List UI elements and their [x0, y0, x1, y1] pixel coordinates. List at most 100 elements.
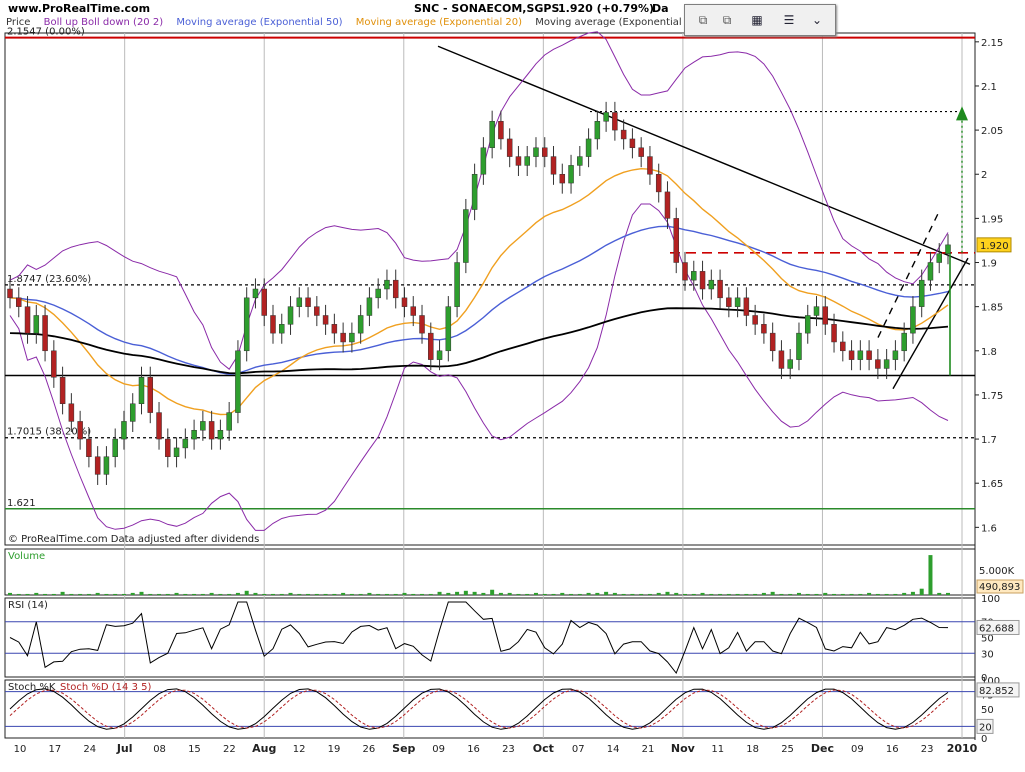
volume-bar — [139, 591, 144, 595]
candle-body — [743, 297, 750, 316]
candle-body — [489, 121, 495, 149]
candle-body — [340, 332, 346, 343]
volume-bar — [253, 592, 258, 595]
volume-bar — [507, 592, 512, 595]
x-tick-label: 23 — [921, 744, 934, 755]
volume-bar — [832, 593, 837, 595]
price-panel — [4, 32, 976, 546]
chevron-down-icon[interactable]: ⌄ — [807, 11, 827, 29]
candle-body — [629, 138, 636, 149]
candle-body — [848, 350, 855, 360]
downtrend-line — [437, 45, 971, 265]
volume-bar — [341, 592, 346, 595]
chart-canvas[interactable]: 10 17 24 Jul 08 15 22 Aug 12 19 26 Sep 09 16 23 Oct 07 14… — [0, 0, 1025, 772]
volume-bar — [928, 555, 933, 595]
volume-bar — [516, 593, 521, 595]
candle-body — [761, 324, 767, 334]
volume-bar — [577, 593, 582, 595]
candle-body — [33, 315, 40, 334]
volume-bar — [314, 593, 319, 595]
volume-bar — [902, 592, 907, 595]
x-tick-label: 14 — [607, 744, 620, 755]
candle-body — [322, 315, 329, 325]
candle-body — [708, 279, 715, 290]
candle-body — [366, 297, 373, 316]
volume-bar — [376, 593, 381, 595]
delete-icon[interactable]: ▦ — [747, 11, 767, 29]
candle-body — [691, 271, 697, 281]
menu-icon[interactable]: ☰ — [779, 11, 799, 29]
candle-body — [638, 147, 644, 157]
candle-body — [927, 262, 934, 281]
candle-body — [392, 279, 399, 299]
volume-bar — [332, 593, 337, 595]
volume-bar — [262, 593, 267, 595]
x-tick-label: 12 — [293, 744, 306, 755]
volume-bar — [726, 593, 731, 595]
volume-bar — [463, 590, 468, 595]
candle-body — [428, 332, 434, 360]
volume-bar — [428, 593, 433, 595]
candle-body — [568, 165, 574, 184]
candle-body — [480, 147, 487, 175]
volume-bar — [218, 593, 223, 595]
volume-bar — [323, 593, 328, 595]
volume-bar — [148, 593, 153, 595]
volume-bar — [744, 593, 749, 595]
candle-body — [331, 324, 338, 334]
candle-body — [778, 350, 785, 369]
chart-window: 10 17 24 Jul 08 15 22 Aug 12 19 26 Sep 09 16 23 Oct 07 14… — [0, 0, 1025, 772]
volume-bar — [595, 592, 600, 595]
candle-body — [936, 253, 942, 263]
volume-bar — [735, 593, 740, 595]
volume-bar — [472, 591, 477, 595]
stoch-tick-label: 0 — [981, 734, 987, 745]
candle-body — [471, 173, 478, 210]
volume-bar — [858, 593, 863, 595]
volume-bar — [910, 591, 915, 595]
page-title: SNC - SONAECOM,SGPS — [414, 2, 560, 15]
volume-bar — [867, 592, 872, 595]
candle-body — [16, 297, 22, 307]
candle-body — [410, 306, 417, 316]
volume-panel — [4, 548, 976, 596]
copy-icon[interactable]: ⧉ — [693, 11, 713, 29]
volume-bar — [95, 592, 100, 595]
volume-bar — [113, 593, 118, 595]
candle-body — [620, 129, 627, 140]
volume-bar — [51, 593, 56, 595]
candle-body — [138, 377, 145, 405]
x-tick-label: 21 — [642, 744, 655, 755]
rsi-tick-label: 100 — [981, 594, 1000, 605]
stoch-current-label: 82.852 — [979, 686, 1014, 697]
candle-body — [673, 218, 679, 263]
candle-body — [112, 438, 118, 457]
volume-bar — [665, 591, 670, 595]
target-arrow-head — [956, 106, 968, 121]
candle-body — [831, 324, 837, 343]
candle-body — [463, 209, 469, 263]
x-tick-label: 22 — [223, 744, 236, 755]
candle-body — [68, 403, 75, 422]
candle-body — [612, 112, 618, 131]
volume-bar — [244, 590, 249, 595]
x-tick-label: 16 — [886, 744, 899, 755]
candle-body — [156, 412, 162, 440]
volume-bar — [174, 592, 179, 595]
volume-bar — [656, 592, 661, 595]
candle-body — [515, 156, 522, 166]
candle-body — [226, 412, 232, 431]
rsi-tick-label: 30 — [981, 649, 994, 660]
copy-icon[interactable]: ⧉ — [717, 11, 737, 29]
x-tick-label: 18 — [746, 744, 759, 755]
x-tick-label: Oct — [533, 742, 554, 755]
volume-bar — [121, 593, 126, 595]
volume-bar — [525, 593, 530, 595]
volume-bar — [604, 591, 609, 595]
volume-bar — [560, 592, 565, 595]
candle-body — [726, 297, 732, 307]
candle-body — [261, 288, 267, 316]
fib-level-label: 1.621 — [7, 498, 36, 509]
candle-body — [445, 306, 452, 352]
candle-body — [279, 324, 285, 334]
